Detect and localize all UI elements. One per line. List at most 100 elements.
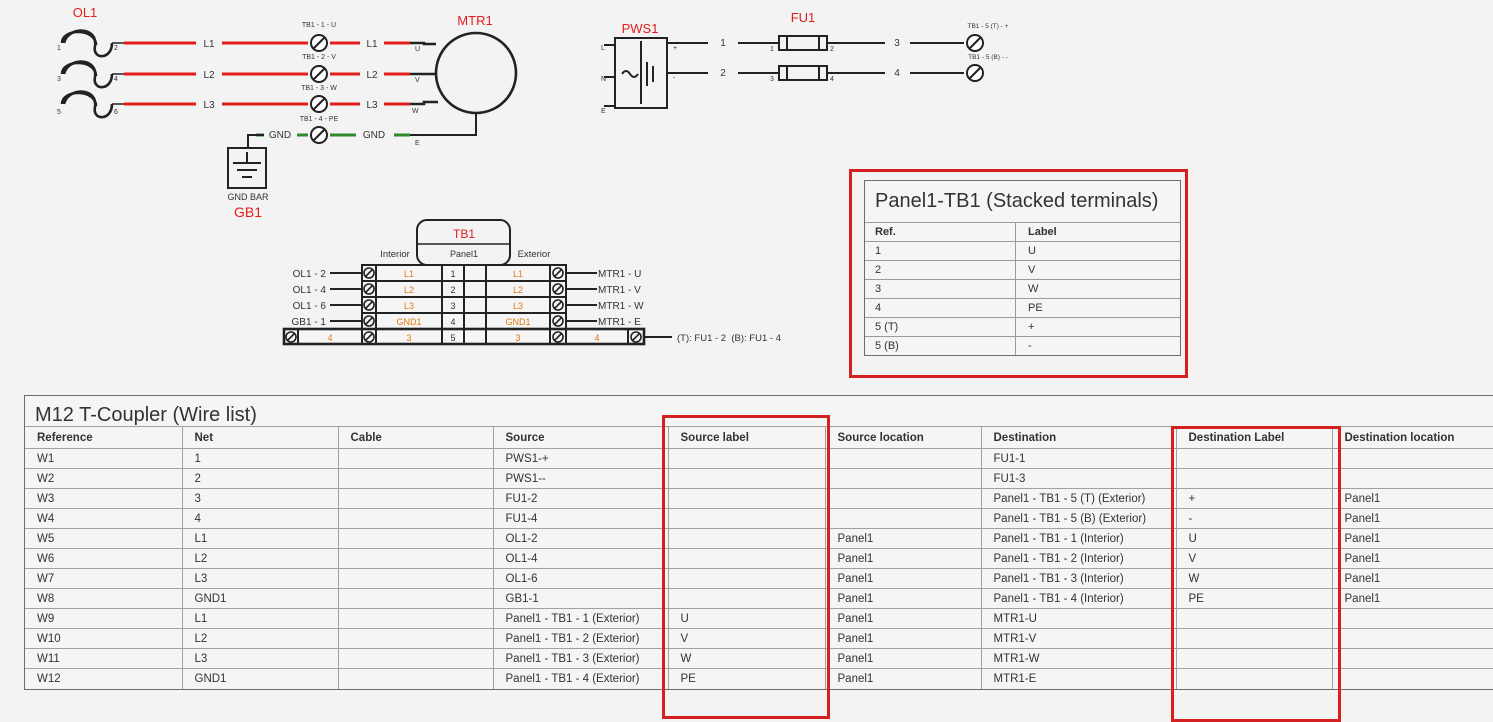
cell-source-location: Panel1 xyxy=(824,668,981,689)
cell-source-label xyxy=(667,568,825,589)
table-row: W1 1 PWS1-+ FU1-1 xyxy=(25,448,1493,469)
cell-source-location: Panel1 xyxy=(824,608,981,629)
cell-source: Panel1 - TB1 - 2 (Exterior) xyxy=(492,628,668,649)
cell-net: L3 xyxy=(181,568,338,589)
cell-cable xyxy=(337,468,493,489)
wire-list-table: Reference Net Cable Source Source label Sourc… xyxy=(25,426,1493,689)
cell-source-label xyxy=(667,508,825,529)
cell-destination-location: Panel1 xyxy=(1331,488,1493,509)
cell-reference: W1 xyxy=(25,448,182,469)
cell-source: Panel1 - TB1 - 4 (Exterior) xyxy=(492,668,668,689)
column-header-reference: Reference xyxy=(25,426,182,449)
cell-source-label xyxy=(667,468,825,489)
cell-source-label: U xyxy=(667,608,825,629)
cell-reference: W8 xyxy=(25,588,182,609)
cell-net: 3 xyxy=(181,488,338,509)
table-row: W9 L1 Panel1 - TB1 - 1 (Exterior) U Panel1 MT… xyxy=(25,608,1493,629)
cell-source-label: PE xyxy=(667,668,825,689)
net-label-gnd: GND xyxy=(269,130,291,141)
terminal-tag-1: TB1 - 1 - U xyxy=(302,22,336,29)
power-wires xyxy=(112,41,410,137)
wire-list-body: W1 1 PWS1-+ FU1-1 W2 2 PWS1-- FU1-3 W3 3 FU1-2 Pane… xyxy=(25,448,1493,689)
mtr1-pin-u: U xyxy=(415,46,420,53)
ol1-name: OL1 xyxy=(73,5,98,20)
tb1-row2-ext: L2 xyxy=(513,285,523,295)
cell-net: GND1 xyxy=(181,588,338,609)
cell-source: PWS1-+ xyxy=(492,448,668,469)
cell-destination-location xyxy=(1331,608,1493,629)
cell-source: Panel1 - TB1 - 1 (Exterior) xyxy=(492,608,668,629)
pws1-pin-minus: - xyxy=(673,75,676,82)
cell-source-location xyxy=(824,508,981,529)
ol1-pin-2: 2 xyxy=(114,45,118,52)
cell-cable xyxy=(337,588,493,609)
cell-destination-label xyxy=(1175,448,1332,469)
cell-destination-label xyxy=(1175,628,1332,649)
net-label-l1: L1 xyxy=(203,39,215,50)
terminal-table-body: 1 U 2 V 3 W 4 PE 5 (T) +5 (B) - xyxy=(865,241,1180,355)
cell-source-label xyxy=(667,588,825,609)
fu1-pin-2: 2 xyxy=(830,46,834,53)
cell-source: FU1-4 xyxy=(492,508,668,529)
motor-symbol xyxy=(410,31,518,136)
terminal-tag-5b: TB1 - 5 (B) - - xyxy=(968,54,1008,61)
column-header-ref: Ref. xyxy=(865,222,1016,242)
cell-net: L3 xyxy=(181,648,338,669)
tb1-row3-int: L3 xyxy=(404,301,414,311)
table-row: W11 L3 Panel1 - TB1 - 3 (Exterior) W Panel1 M… xyxy=(25,648,1493,669)
terminal-table-grid: Ref. Label 1 U 2 V 3 W 4 PE 5 (T) +5 (B) - xyxy=(865,222,1180,355)
cell-destination: FU1-1 xyxy=(980,448,1176,469)
cell-reference: W11 xyxy=(25,648,182,669)
cell-net: 4 xyxy=(181,508,338,529)
mtr1-pin-e: E xyxy=(415,140,420,147)
tb1-row1-ext: L1 xyxy=(513,269,523,279)
tb1-stacked-note: (T): FU1 - 2 (B): FU1 - 4 xyxy=(677,333,781,344)
tb1-stacked-d: 4 xyxy=(594,333,599,343)
terminal-ref-cell: 5 (T) xyxy=(865,317,1016,337)
table-row: W7 L3 OL1-6 Panel1 Panel1 - TB1 - 3 (Interio… xyxy=(25,568,1493,589)
cell-destination-label xyxy=(1175,468,1332,489)
net-label-1: 1 xyxy=(720,38,726,49)
tb1-name: TB1 xyxy=(453,227,475,241)
cell-reference: W5 xyxy=(25,528,182,549)
cell-destination-location xyxy=(1331,628,1493,649)
ground-bar-symbol xyxy=(227,134,267,189)
cell-source-label xyxy=(667,548,825,569)
tb1-stacked-num: 5 xyxy=(450,333,455,343)
column-header-source-location: Source location xyxy=(824,426,981,449)
mtr1-pin-v: V xyxy=(415,77,420,84)
gb1-caption: GND BAR xyxy=(227,192,269,202)
terminal-label-cell: - xyxy=(1015,336,1180,355)
cell-source-location: Panel1 xyxy=(824,628,981,649)
cell-destination-label: - xyxy=(1175,508,1332,529)
fu1-pin-1: 1 xyxy=(770,46,774,53)
cell-reference: W10 xyxy=(25,628,182,649)
tb1-exterior-label: Exterior xyxy=(518,249,551,260)
cell-cable xyxy=(337,628,493,649)
fu1-pin-3: 3 xyxy=(770,76,774,83)
tb1-row2-int: L2 xyxy=(404,285,414,295)
terminal-table-row: 3W xyxy=(865,279,1180,299)
fu1-pin-4: 4 xyxy=(830,76,834,83)
ol1-symbol xyxy=(60,29,114,119)
terminal-label-cell: V xyxy=(1015,260,1180,280)
cell-reference: W7 xyxy=(25,568,182,589)
pws1-pin-n: N xyxy=(601,76,606,83)
wire-list-header: Reference Net Cable Source Source label Sourc… xyxy=(25,426,1493,449)
ol1-pin-5: 5 xyxy=(57,109,61,116)
cell-source-location: Panel1 xyxy=(824,548,981,569)
fuse-symbols xyxy=(738,34,984,82)
terminal-tag-4: TB1 - 4 - PE xyxy=(300,116,339,123)
cell-destination-location xyxy=(1331,468,1493,489)
tb1-interior-label: Interior xyxy=(380,249,410,260)
tb1-row4-num: 4 xyxy=(450,317,455,327)
cell-destination-label xyxy=(1175,668,1332,689)
net-label-l2-out: L2 xyxy=(366,70,378,81)
cell-cable xyxy=(337,448,493,469)
cell-destination-label: PE xyxy=(1175,588,1332,609)
cell-cable xyxy=(337,508,493,529)
terminal-table-row: 5 (T) + xyxy=(865,317,1180,337)
column-header-destination-location: Destination location xyxy=(1331,426,1493,449)
column-header-source-label: Source label xyxy=(667,426,825,449)
cell-destination: MTR1-E xyxy=(980,668,1176,689)
